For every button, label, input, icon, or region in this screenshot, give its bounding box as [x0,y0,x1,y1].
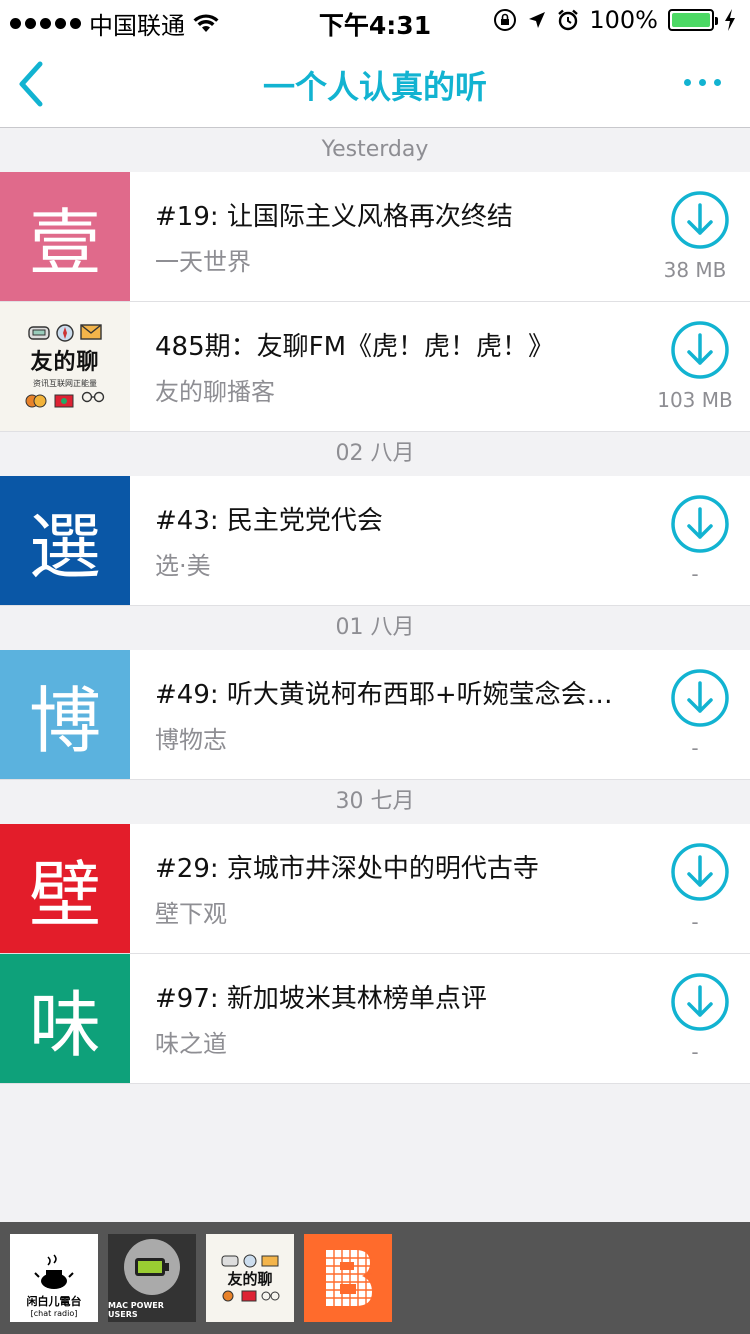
status-right: 100% [493,6,736,34]
artwork-icons [25,391,105,409]
artwork-glyph: 味 [28,983,101,1067]
artwork-icons [221,1254,279,1267]
podcast-artwork: 壁 [0,824,130,953]
more-dot-icon [713,78,721,86]
section-header: 02 八月 [0,432,750,476]
episode-title: #49: 听大黄说柯布西耶+听婉莹念会… [155,680,613,710]
back-button[interactable] [14,60,54,108]
podcast-name: 壁下观 [155,900,227,928]
episode-title: #29: 京城市井深处中的明代古寺 [155,854,539,884]
section-header: 01 八月 [0,606,750,650]
radio-icon [28,326,50,340]
gift-icon [25,394,47,408]
episode-row[interactable]: 友的聊 资讯互联网正能量 485期：友聊FM《虎！虎！虎！》 友的聊播客 103… [0,302,750,432]
podcast-artwork: 選 [0,476,130,605]
more-dot-icon [698,78,706,86]
download-icon[interactable] [670,668,730,728]
status-bar: 中国联通 下午4:31 100% [0,0,750,40]
episode-title: 485期：友聊FM《虎！虎！虎！》 [155,332,555,362]
dock-item-b[interactable] [304,1234,392,1322]
download-icon[interactable] [670,190,730,250]
podcast-name: 选·美 [155,552,211,580]
alarm-icon [558,9,579,31]
battery-logo-icon [124,1239,180,1295]
podcast-dock: 闲白儿電台 [chat radio] MAC POWER USERS 友的聊 [0,1222,750,1334]
file-size: 103 MB [657,388,733,412]
compass-icon [56,324,74,342]
episode-row[interactable]: 味 #97: 新加坡米其林榜单点评 味之道 - [0,954,750,1084]
dock-chat-title: 闲白儿電台 [26,1295,82,1308]
podcast-name: 友的聊播客 [155,378,275,406]
episode-row[interactable]: 博 #49: 听大黄说柯布西耶+听婉莹念会… 博物志 - [0,650,750,780]
episode-title: #19: 让国际主义风格再次终结 [155,202,513,232]
page-title: 一个人认真的听 [262,68,487,106]
location-icon [529,12,546,28]
basket-icon [54,394,74,408]
file-size: - [691,910,699,934]
podcast-artwork: 友的聊 资讯互联网正能量 [0,302,130,431]
dock-chat-subtitle: [chat radio] [30,1309,78,1318]
dock-item-chat-radio[interactable]: 闲白儿電台 [chat radio] [10,1234,98,1322]
artwork-glyph: 博 [28,679,101,763]
artwork-glyph: 壹 [28,201,101,285]
episode-list: Yesterday 壹 #19: 让国际主义风格再次终结 一天世界 38 MB … [0,128,750,1084]
file-size: - [691,1040,699,1064]
podcast-artwork: 味 [0,954,130,1083]
podcast-name: 一天世界 [155,248,251,276]
dock-mpu-label: MAC POWER USERS [108,1301,164,1319]
rotation-lock-icon [494,9,517,31]
nav-bar: 一个人认真的听 [0,40,750,128]
artwork-title: 友的聊 [30,349,100,375]
podcast-artwork: 壹 [0,172,130,301]
section-header: 30 七月 [0,780,750,824]
episode-title: #97: 新加坡米其林榜单点评 [155,984,487,1014]
charging-icon [725,9,735,31]
episode-row[interactable]: 壁 #29: 京城市井深处中的明代古寺 壁下观 - [0,824,750,954]
more-dot-icon [683,78,691,86]
battery-percent: 100% [589,6,658,34]
download-icon[interactable] [670,972,730,1032]
episode-title: #43: 民主党党代会 [155,506,383,536]
episode-row[interactable]: 選 #43: 民主党党代会 选·美 - [0,476,750,606]
section-header: Yesterday [0,128,750,172]
artwork-glyph: 壁 [28,853,101,937]
more-button[interactable] [680,70,724,94]
battery-icon [668,9,718,31]
dock-item-mac-power-users[interactable]: MAC POWER USERS [108,1234,196,1322]
dock-item-youde[interactable]: 友的聊 [206,1234,294,1322]
file-size: - [691,562,699,586]
file-size: 38 MB [663,258,727,282]
b-logo-icon [326,1250,372,1306]
chevron-left-icon [19,61,43,107]
download-icon[interactable] [670,494,730,554]
mail-icon [80,324,102,340]
podcast-name: 味之道 [155,1030,227,1058]
artwork-icons [28,324,102,342]
podcast-artwork: 博 [0,650,130,779]
podcast-name: 博物志 [155,726,227,754]
download-icon[interactable] [670,320,730,380]
download-icon[interactable] [670,842,730,902]
teapot-icon [34,1254,74,1289]
file-size: - [691,736,699,760]
glasses-icon [81,391,105,403]
artwork-icons [222,1290,280,1301]
artwork-subtitle: 资讯互联网正能量 [33,379,97,388]
dock-youde-title: 友的聊 [227,1269,273,1288]
artwork-glyph: 選 [28,505,101,589]
episode-row[interactable]: 壹 #19: 让国际主义风格再次终结 一天世界 38 MB [0,172,750,302]
